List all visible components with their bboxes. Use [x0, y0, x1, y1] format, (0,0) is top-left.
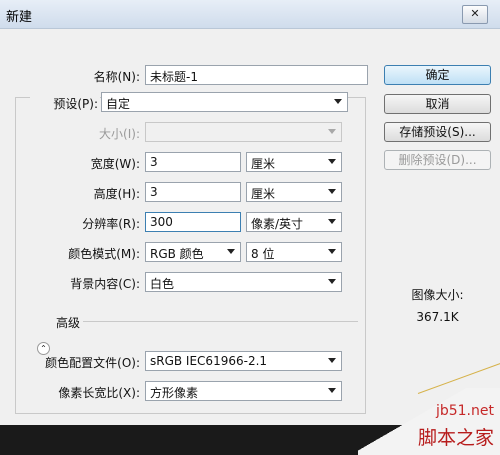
- height-unit-select[interactable]: 厘米: [246, 182, 342, 202]
- resolution-unit-value: 像素/英寸: [251, 217, 304, 231]
- width-unit-value: 厘米: [251, 157, 276, 171]
- background-select[interactable]: 白色: [145, 272, 342, 292]
- resolution-unit-select[interactable]: 像素/英寸: [246, 212, 342, 232]
- cancel-button[interactable]: 取消: [384, 94, 491, 114]
- chevron-down-icon: [334, 99, 342, 104]
- chevron-up-icon: ⌃: [40, 344, 47, 353]
- image-size-label: 图像大小:: [411, 288, 464, 302]
- chevron-down-icon: [328, 249, 336, 254]
- close-button[interactable]: ✕: [462, 5, 488, 24]
- bit-depth-value: 8 位: [251, 247, 275, 261]
- height-label: 高度(H):: [93, 187, 140, 201]
- watermark-url: jb51.net: [435, 403, 494, 419]
- new-document-dialog: 名称(N): 未标题-1 预设(P): 自定 大小(I): 宽度(W): 3 厘…: [0, 28, 500, 426]
- chevron-down-icon: [328, 129, 336, 134]
- chevron-down-icon: [328, 219, 336, 224]
- color-mode-select[interactable]: RGB 颜色: [145, 242, 241, 262]
- close-icon: ✕: [470, 7, 480, 20]
- pixel-aspect-value: 方形像素: [150, 386, 199, 400]
- bit-depth-select[interactable]: 8 位: [246, 242, 342, 262]
- width-label: 宽度(W):: [90, 157, 140, 171]
- resolution-label: 分辨率(R):: [82, 217, 140, 231]
- background-value: 白色: [150, 277, 175, 291]
- window-title: 新建: [6, 10, 33, 25]
- advanced-label: 高级: [56, 316, 81, 330]
- pixel-aspect-select[interactable]: 方形像素: [145, 381, 342, 401]
- title-bar: 新建 ✕: [0, 0, 500, 29]
- image-size-value: 367.1K: [416, 310, 459, 324]
- chevron-down-icon: [328, 358, 336, 363]
- size-select: [145, 122, 342, 142]
- chevron-down-icon: [328, 279, 336, 284]
- preset-value: 自定: [106, 97, 131, 111]
- pixel-aspect-label: 像素长宽比(X):: [58, 386, 140, 400]
- preset-label: 预设(P):: [30, 95, 100, 112]
- background-label: 背景内容(C):: [70, 277, 140, 291]
- chevron-down-icon: [227, 249, 235, 254]
- chevron-down-icon: [328, 388, 336, 393]
- width-unit-select[interactable]: 厘米: [246, 152, 342, 172]
- height-input[interactable]: 3: [145, 182, 241, 202]
- name-label: 名称(N):: [93, 70, 140, 84]
- height-unit-value: 厘米: [251, 187, 276, 201]
- advanced-divider: [83, 321, 358, 322]
- chevron-down-icon: [328, 189, 336, 194]
- size-label: 大小(I):: [99, 127, 140, 141]
- color-profile-select[interactable]: sRGB IEC61966-2.1: [145, 351, 342, 371]
- color-profile-label: 颜色配置文件(O):: [45, 356, 140, 370]
- width-input[interactable]: 3: [145, 152, 241, 172]
- color-profile-value: sRGB IEC61966-2.1: [150, 354, 268, 368]
- color-mode-label: 颜色模式(M):: [68, 247, 140, 261]
- resolution-input[interactable]: 300: [145, 212, 241, 232]
- save-preset-button[interactable]: 存储预设(S)...: [384, 122, 491, 142]
- color-mode-value: RGB 颜色: [150, 247, 204, 261]
- watermark-name: 脚本之家: [417, 427, 494, 449]
- preset-select[interactable]: 自定: [101, 92, 348, 112]
- name-input[interactable]: 未标题-1: [145, 65, 368, 85]
- ok-button[interactable]: 确定: [384, 65, 491, 85]
- delete-preset-button: 删除预设(D)...: [384, 150, 491, 170]
- chevron-down-icon: [328, 159, 336, 164]
